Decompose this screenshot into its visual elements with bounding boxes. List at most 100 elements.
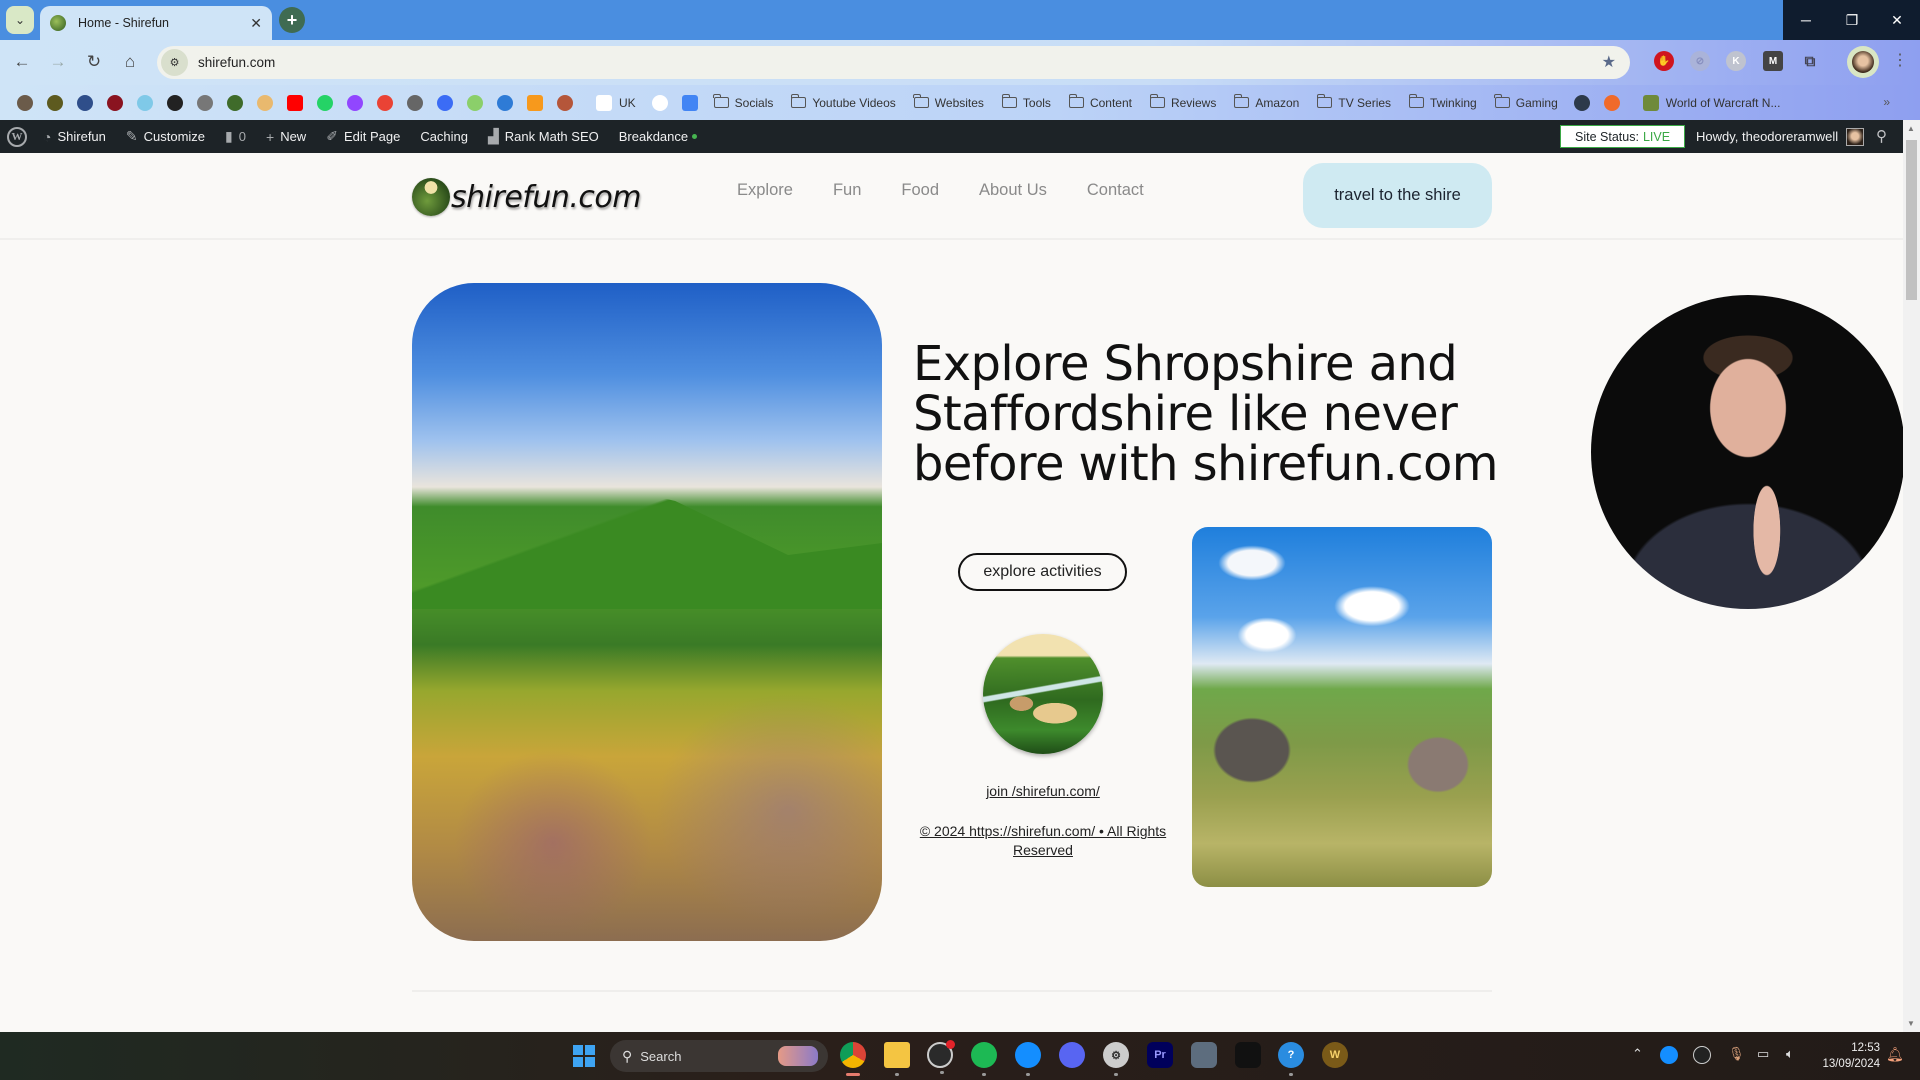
wp-new[interactable]: + New <box>256 120 316 153</box>
home-icon[interactable]: ⌂ <box>116 48 144 76</box>
premiere-pro-icon[interactable]: Pr <box>1147 1042 1173 1068</box>
copyright-link[interactable]: © 2024 https://shirefun.com/ • All Right… <box>913 822 1173 860</box>
taskbar-search[interactable]: ⚲ Search <box>610 1040 828 1072</box>
bm-gmail-icon[interactable] <box>377 94 393 111</box>
bm-audible-icon[interactable] <box>527 94 543 111</box>
network-icon[interactable]: ▭ <box>1757 1046 1769 1062</box>
wp-comments[interactable]: ▮ 0 <box>215 120 256 153</box>
browser-tab-active[interactable]: Home - Shirefun ✕ <box>40 6 272 40</box>
world-of-warcraft-icon[interactable]: W <box>1322 1042 1348 1068</box>
back-arrow-icon[interactable]: ← <box>8 48 36 76</box>
bm-youtube-icon[interactable] <box>287 94 303 111</box>
nav-explore[interactable]: Explore <box>737 181 793 200</box>
more-bookmarks-icon[interactable]: » <box>1883 95 1890 109</box>
bm-canva-icon[interactable] <box>437 94 453 111</box>
discord-icon[interactable] <box>1059 1042 1085 1068</box>
travel-to-the-shire-button[interactable]: travel to the shire <box>1303 163 1492 228</box>
obs-icon[interactable] <box>927 1040 955 1074</box>
search-icon[interactable]: ⚲ <box>1876 127 1887 145</box>
new-tab-button[interactable]: + <box>279 7 305 33</box>
tray-battlenet-icon[interactable] <box>1660 1046 1678 1064</box>
anvil-icon[interactable] <box>1235 1042 1261 1068</box>
bookmark-folder[interactable]: Reviews <box>1149 94 1216 110</box>
bm-4-icon[interactable] <box>107 94 123 111</box>
bookmark-folder[interactable]: Tools <box>1001 94 1051 110</box>
url-text[interactable]: shirefun.com <box>198 55 275 70</box>
scroll-up-arrow-icon[interactable]: ▲ <box>1907 124 1915 133</box>
nav-food[interactable]: Food <box>901 181 939 200</box>
profile-avatar[interactable] <box>1847 46 1879 78</box>
bm-globe-icon[interactable] <box>1573 94 1590 111</box>
wp-edit-page[interactable]: ✐ Edit Page <box>316 120 410 153</box>
bookmark-folder[interactable]: Gaming <box>1494 94 1558 110</box>
bm-ox-icon[interactable] <box>407 94 423 111</box>
get-help-icon[interactable]: ? <box>1278 1042 1304 1076</box>
wp-breakdance[interactable]: Breakdance <box>609 120 707 153</box>
file-explorer-icon[interactable] <box>884 1042 910 1076</box>
explore-activities-button[interactable]: explore activities <box>958 553 1127 591</box>
battlenet-icon[interactable] <box>1015 1042 1041 1076</box>
bm-3-icon[interactable] <box>77 94 93 111</box>
nav-fun[interactable]: Fun <box>833 181 861 200</box>
k-extension-icon[interactable]: K <box>1726 51 1746 71</box>
bm-5-icon[interactable] <box>137 94 153 111</box>
bm-1-icon[interactable] <box>17 94 33 111</box>
window-restore-button[interactable]: ❐ <box>1829 0 1875 40</box>
extensions-puzzle-icon[interactable]: ⧉ <box>1800 51 1820 71</box>
bm-docs-icon[interactable] <box>681 94 698 111</box>
settings-gear-icon[interactable]: ⚙ <box>1103 1042 1129 1076</box>
tab-search-button[interactable]: ⌄ <box>6 6 34 34</box>
nav-contact[interactable]: Contact <box>1087 181 1144 200</box>
notification-bell-icon[interactable]: 🔔︎ <box>1886 1046 1904 1063</box>
wp-rank-math[interactable]: ▟ Rank Math SEO <box>478 120 609 153</box>
scrollbar-thumb[interactable] <box>1906 140 1917 300</box>
bookmark-amazon-uk[interactable]: UK <box>589 94 636 111</box>
adblock-extension-icon[interactable]: ✋ <box>1654 51 1674 71</box>
kebab-menu-icon[interactable]: ⋮ <box>1892 50 1908 70</box>
wp-customize[interactable]: ✎ Customize <box>116 120 215 153</box>
bm-whatsapp-icon[interactable] <box>317 94 333 111</box>
m-extension-icon[interactable]: M <box>1763 51 1783 71</box>
reload-icon[interactable]: ↻ <box>80 48 108 76</box>
windows-start-icon[interactable] <box>573 1045 595 1067</box>
calculator-icon[interactable] <box>1191 1042 1217 1068</box>
scroll-down-arrow-icon[interactable]: ▼ <box>1907 1019 1915 1028</box>
site-status-badge[interactable]: Site Status: LIVE <box>1560 125 1686 148</box>
forward-arrow-icon[interactable]: → <box>44 48 72 76</box>
wp-account-menu[interactable]: Howdy, theodoreramwell <box>1696 120 1865 153</box>
bm-7-icon[interactable] <box>197 94 213 111</box>
tray-overflow-chevron-icon[interactable]: ⌃ <box>1632 1046 1643 1062</box>
bm-twitch-icon[interactable] <box>347 94 363 111</box>
bm-orange-icon[interactable] <box>1603 94 1620 111</box>
chrome-icon[interactable] <box>840 1042 866 1076</box>
volume-icon[interactable]: 🔈︎ <box>1786 1046 1794 1062</box>
bm-17-icon[interactable] <box>497 94 513 111</box>
bm-pen-icon[interactable] <box>167 94 183 111</box>
nav-about-us[interactable]: About Us <box>979 181 1047 200</box>
bm-16-icon[interactable] <box>467 94 483 111</box>
bookmark-world-of-warcraft[interactable]: World of Warcraft N... <box>1636 94 1780 111</box>
wp-caching[interactable]: Caching <box>410 120 478 153</box>
bm-2-icon[interactable] <box>47 94 63 111</box>
site-logo[interactable]: shirefun.com <box>412 173 641 221</box>
bookmark-folder[interactable]: Content <box>1068 94 1132 110</box>
bookmark-folder[interactable]: Youtube Videos <box>790 94 896 110</box>
bookmark-folder[interactable]: Socials <box>713 94 773 110</box>
bm-openai-icon[interactable] <box>651 94 668 111</box>
bookmark-folder[interactable]: Amazon <box>1233 94 1299 110</box>
bookmark-folder[interactable]: Twinking <box>1408 94 1477 110</box>
bookmark-star-icon[interactable]: ★ <box>1602 52 1616 72</box>
bookmark-folder[interactable]: Websites <box>913 94 984 110</box>
bm-19-icon[interactable] <box>557 94 573 111</box>
page-scrollbar[interactable]: ▲ ▼ <box>1903 120 1920 1032</box>
join-link[interactable]: join /shirefun.com/ <box>913 783 1173 799</box>
wordpress-logo-icon[interactable]: W <box>7 126 27 147</box>
window-close-button[interactable]: ✕ <box>1874 0 1920 40</box>
microphone-icon[interactable]: 🎙︎ <box>1728 1046 1745 1062</box>
address-bar[interactable]: ⚙ shirefun.com ★ <box>157 46 1630 79</box>
tray-obs-icon[interactable] <box>1693 1046 1711 1064</box>
spotify-icon[interactable] <box>971 1042 997 1076</box>
site-info-icon[interactable]: ⚙ <box>161 49 188 76</box>
disabled-extension-icon[interactable]: ⊘ <box>1690 51 1710 71</box>
bm-shirefun-icon[interactable] <box>227 94 243 111</box>
